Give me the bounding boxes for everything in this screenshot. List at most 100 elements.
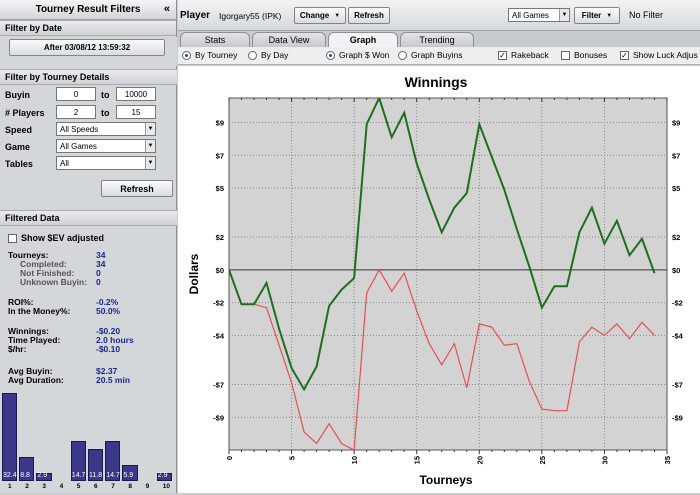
y-axis-label: Dollars: [187, 253, 201, 294]
x-tick-label: 15: [413, 456, 422, 464]
players-max-input[interactable]: 15: [116, 105, 156, 119]
filtered-section-header: Filtered Data: [0, 210, 177, 226]
show-sev-toggle[interactable]: Show $EV adjusted: [8, 233, 104, 243]
graph-won-radio[interactable]: [326, 50, 335, 60]
show-sev-checkbox[interactable]: [8, 233, 17, 243]
buyin-max-input[interactable]: 10000: [116, 87, 156, 101]
graph-won-option[interactable]: Graph $ Won: [326, 50, 389, 60]
histogram-bar-label: 14.7: [71, 472, 86, 479]
graph-won-label: Graph $ Won: [339, 50, 390, 60]
histogram-bin-label: 3: [42, 483, 47, 490]
y-tick-label-left: -$7: [213, 381, 224, 390]
change-player-button[interactable]: Change ▼: [294, 7, 346, 24]
details-section-header: Filter by Tourney Details: [0, 69, 177, 85]
chevron-down-icon[interactable]: ▼: [145, 140, 155, 152]
histogram-bar: [2, 393, 18, 481]
tab-trending[interactable]: Trending: [400, 32, 474, 47]
date-section-header: Filter by Date: [0, 20, 176, 36]
y-tick-label-right: $2: [672, 233, 680, 242]
graph-buyins-radio[interactable]: [398, 50, 407, 60]
rakeback-option[interactable]: ✓ Rakeback: [498, 50, 549, 60]
x-axis-label: Tourneys: [419, 473, 472, 487]
histogram-bar-label: 14.7: [106, 472, 120, 479]
show-luck-checkbox[interactable]: ✓: [620, 50, 629, 60]
filter-button[interactable]: Filter ▼: [574, 7, 620, 24]
histogram-bin-label: 2: [25, 483, 29, 490]
histogram-bin-label: 7: [111, 483, 115, 490]
collapse-icon[interactable]: «: [164, 3, 170, 15]
stat-label: Unknown Buyin:: [20, 277, 88, 287]
games-select[interactable]: All Games ▼: [508, 8, 570, 22]
chevron-down-icon: ▼: [606, 12, 613, 19]
players-min-input[interactable]: 2: [56, 105, 96, 119]
y-tick-label-left: $2: [216, 233, 224, 242]
tables-select[interactable]: All ▼: [56, 156, 156, 170]
x-tick-label: 5: [288, 456, 297, 460]
chevron-down-icon[interactable]: ▼: [145, 123, 155, 135]
speed-label: Speed: [5, 125, 33, 135]
tab-graph[interactable]: Graph: [328, 32, 398, 47]
histogram-bin-label: 1: [8, 483, 12, 490]
x-tick-label: 0: [225, 456, 234, 460]
by-day-option[interactable]: By Day: [248, 50, 288, 60]
game-select[interactable]: All Games ▼: [56, 139, 156, 153]
toolbar-refresh-button[interactable]: Refresh: [348, 7, 390, 24]
histogram-bar-label: 32.4: [3, 472, 17, 479]
player-label: Player: [180, 10, 211, 21]
chevron-down-icon: ▼: [334, 12, 341, 19]
rakeback-checkbox[interactable]: ✓: [498, 50, 507, 60]
histogram-bin-label: 6: [94, 483, 98, 490]
x-tick-label: 35: [663, 456, 672, 464]
y-tick-label-right: $7: [672, 151, 680, 160]
graph-buyins-option[interactable]: Graph Buyins: [398, 50, 463, 60]
by-tourney-radio[interactable]: [182, 50, 191, 60]
chevron-down-icon[interactable]: ▼: [145, 157, 155, 169]
buyin-min-input[interactable]: 0: [56, 87, 96, 101]
games-select-value: All Games: [512, 10, 549, 20]
histogram-bin-label: 4: [59, 483, 64, 490]
tab-stats[interactable]: Stats: [180, 32, 250, 47]
sidebar-refresh-button[interactable]: Refresh: [101, 180, 173, 197]
show-sev-label: Show $EV adjusted: [21, 233, 105, 243]
sidebar-title-text: Tourney Result Filters: [35, 4, 141, 15]
change-button-label: Change: [299, 11, 330, 20]
stat-label: $/hr:: [8, 344, 27, 354]
sidebar-title: Tourney Result Filters «: [0, 0, 176, 20]
y-tick-label-left: -$2: [213, 299, 224, 308]
game-label: Game: [5, 142, 31, 152]
y-tick-label-right: $0: [672, 266, 680, 275]
y-tick-label-left: $7: [216, 151, 224, 160]
stat-label: Avg Duration:: [8, 375, 64, 385]
tab-data-view[interactable]: Data View: [252, 32, 326, 47]
by-day-radio[interactable]: [248, 50, 257, 60]
chevron-down-icon[interactable]: ▼: [559, 9, 569, 21]
filter-button-label: Filter: [581, 11, 602, 20]
speed-select-value: All Speeds: [60, 124, 99, 134]
show-luck-option[interactable]: ✓ Show Luck Adjus: [620, 50, 698, 60]
by-day-label: By Day: [261, 50, 289, 60]
y-tick-label-left: $0: [216, 266, 224, 275]
bonuses-option[interactable]: Bonuses: [561, 50, 607, 60]
speed-select[interactable]: All Speeds ▼: [56, 122, 156, 136]
histogram: 32.4 8.8 2.9 14.7 11.8 14.7 5.9 2.9: [2, 393, 174, 481]
y-tick-label-left: $5: [216, 184, 224, 193]
histogram-bar-label: 11.8: [89, 472, 103, 479]
date-filter-button[interactable]: After 03/08/12 13:59:32: [9, 39, 165, 56]
stat-label: In the Money%:: [8, 306, 71, 316]
buyin-to-label: to: [101, 90, 110, 100]
stat-value: 0: [96, 277, 101, 287]
by-tourney-option[interactable]: By Tourney: [182, 50, 237, 60]
y-tick-label-left: -$4: [213, 331, 225, 340]
chart-title: Winnings: [405, 74, 468, 90]
show-luck-label: Show Luck Adjus: [633, 50, 698, 60]
bonuses-label: Bonuses: [574, 50, 608, 60]
y-tick-label-right: -$2: [672, 299, 683, 308]
histogram-bin-label: 5: [76, 483, 81, 490]
bonuses-checkbox[interactable]: [561, 50, 570, 60]
y-tick-label-left: -$9: [213, 413, 224, 422]
stat-value: 50.0%: [96, 306, 121, 316]
graph-buyins-label: Graph Buyins: [411, 50, 463, 60]
y-tick-label-right: -$9: [672, 413, 683, 422]
game-select-value: All Games: [60, 141, 97, 151]
tables-label: Tables: [5, 159, 33, 169]
